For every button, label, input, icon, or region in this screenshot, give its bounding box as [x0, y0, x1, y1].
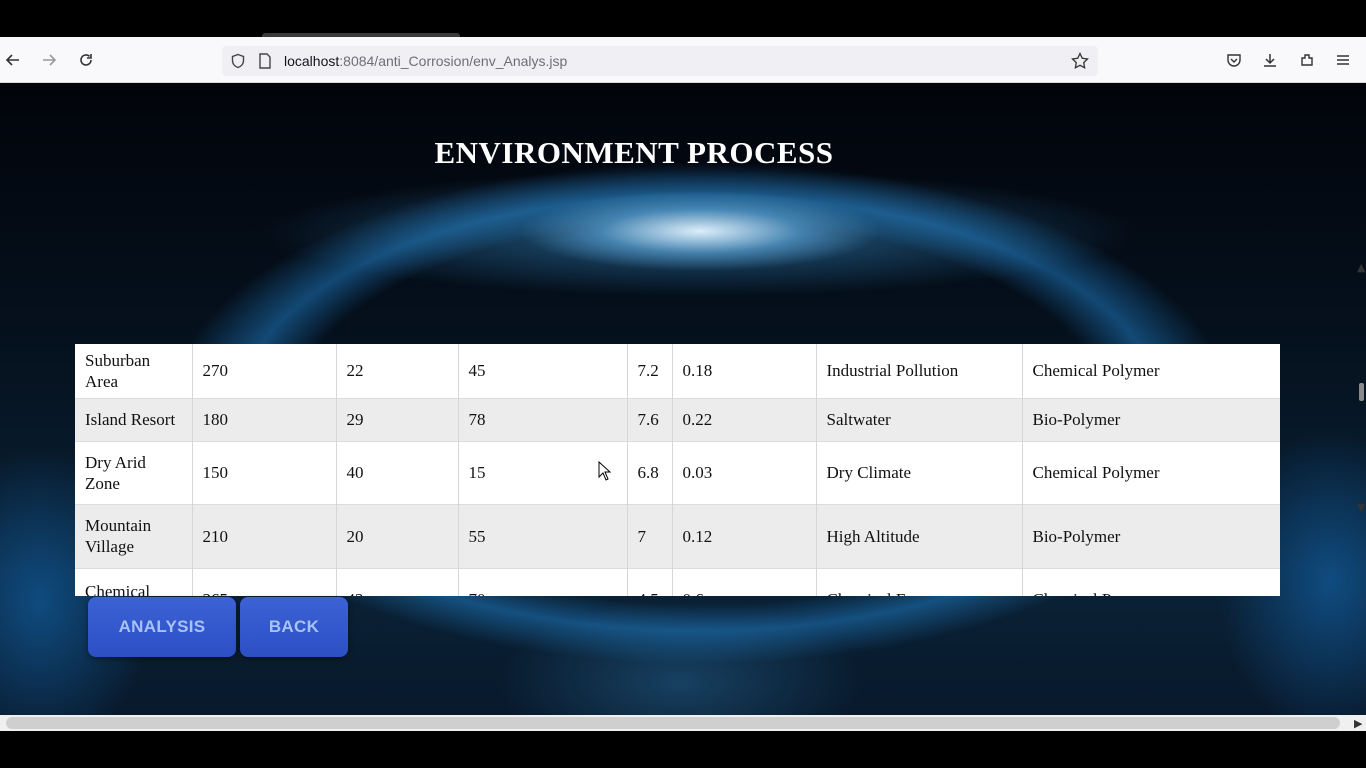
table-cell: 180: [192, 398, 337, 441]
table-cell: 55: [458, 504, 628, 568]
table-cell: High Altitude: [816, 504, 1023, 568]
table-cell: 6.8: [627, 441, 673, 504]
back-arrow-icon[interactable]: [1, 48, 25, 72]
table-cell: Chemical F: [816, 568, 1023, 596]
table-row: Chemical 365 43 70 4.5 0.6 Chemical F Ch…: [75, 568, 1280, 596]
screen-top-border: [0, 0, 1366, 37]
extensions-icon[interactable]: [1295, 48, 1319, 72]
download-icon[interactable]: [1258, 48, 1282, 72]
pocket-icon[interactable]: [1222, 48, 1246, 72]
table-cell: Island Resort: [75, 398, 193, 441]
url-text[interactable]: localhost:8084/anti_Corrosion/env_Analys…: [284, 53, 567, 69]
page-title: ENVIRONMENT PROCESS: [434, 135, 834, 170]
table-cell: 0.03: [672, 441, 817, 504]
table-cell: 20: [336, 504, 459, 568]
table-cell: 0.12: [672, 504, 817, 568]
table-cell: 78: [458, 398, 628, 441]
table-cell: 7.6: [627, 398, 673, 441]
url-host: localhost: [284, 53, 340, 69]
table-cell: Chemical: [75, 568, 193, 596]
horizontal-scrollbar-thumb[interactable]: [6, 717, 1340, 729]
reload-icon[interactable]: [74, 48, 98, 72]
table-cell: 0.22: [672, 398, 817, 441]
table-cell: Mountain Village: [75, 504, 193, 568]
table-cell: 210: [192, 504, 337, 568]
table-row: Dry Arid Zone 150 40 15 6.8 0.03 Dry Cli…: [75, 441, 1280, 504]
environment-table-container[interactable]: Suburban Area 270 22 45 7.2 0.18 Industr…: [75, 344, 1280, 596]
table-cell: Chemical Polymer: [1032, 361, 1160, 381]
screen-bottom-border: [0, 731, 1366, 768]
shield-icon[interactable]: [226, 49, 250, 73]
table-cell: 270: [192, 344, 337, 398]
table-cell: Dry Climate: [816, 441, 1023, 504]
table-cell: Bio-Polymer: [1032, 410, 1121, 429]
table-cell: Saltwater: [816, 398, 1023, 441]
scroll-right-icon[interactable]: ▶: [1354, 717, 1362, 730]
back-button[interactable]: BACK: [240, 597, 348, 657]
table-cell: Industrial Pollution: [816, 344, 1023, 398]
vertical-scrollbar-thumb[interactable]: [1359, 383, 1364, 401]
page-icon: [253, 49, 277, 73]
table-cell: Bio-Polymer: [1032, 526, 1121, 546]
table-cell: 43: [336, 568, 459, 596]
table-cell: 150: [192, 441, 337, 504]
table-cell: 70: [458, 568, 628, 596]
table-cell: 22: [336, 344, 459, 398]
browser-toolbar: localhost:8084/anti_Corrosion/env_Analys…: [0, 37, 1366, 83]
page-background: ENVIRONMENT PROCESS Suburban Area 270 22…: [0, 83, 1366, 731]
url-bar[interactable]: localhost:8084/anti_Corrosion/env_Analys…: [222, 46, 1098, 76]
table-cell: 0.18: [672, 344, 817, 398]
forward-arrow-icon[interactable]: [37, 48, 61, 72]
bookmark-star-icon[interactable]: [1068, 49, 1092, 73]
table-cell: 45: [458, 344, 628, 398]
table-row: Suburban Area 270 22 45 7.2 0.18 Industr…: [75, 344, 1280, 398]
table-cell: Suburban Area: [75, 344, 193, 398]
analysis-button[interactable]: ANALYSIS: [88, 597, 236, 657]
table-cell: 365: [192, 568, 337, 596]
table-cell: Chemical P: [1022, 568, 1280, 597]
mouse-cursor-icon: [598, 460, 612, 486]
menu-icon[interactable]: [1331, 48, 1355, 72]
table-cell: Chemical Polymer: [1032, 463, 1160, 482]
table-row: Island Resort 180 29 78 7.6 0.22 Saltwat…: [75, 398, 1280, 441]
table-cell: 4.5: [627, 568, 673, 596]
table-cell: 7: [627, 504, 673, 568]
scroll-down-icon[interactable]: ▼: [1357, 501, 1365, 514]
table-row: Mountain Village 210 20 55 7 0.12 High A…: [75, 504, 1280, 568]
url-path: :8084/anti_Corrosion/env_Analys.jsp: [339, 53, 568, 69]
table-cell: 7.2: [627, 344, 673, 398]
table-cell: 29: [336, 398, 459, 441]
scroll-up-icon[interactable]: ▲: [1357, 261, 1365, 274]
table-cell: Dry Arid Zone: [75, 441, 193, 504]
table-cell: 0.6: [672, 568, 817, 596]
environment-table: Suburban Area 270 22 45 7.2 0.18 Industr…: [75, 344, 1280, 596]
table-cell: 40: [336, 441, 459, 504]
